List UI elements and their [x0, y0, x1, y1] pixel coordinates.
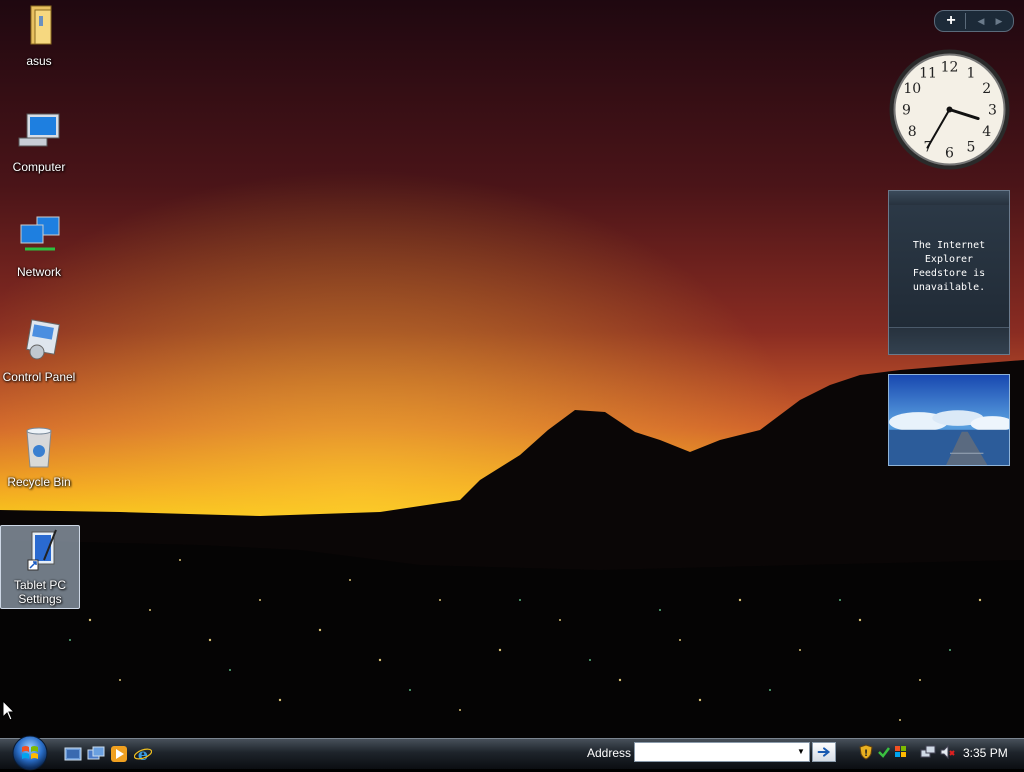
chevron-down-icon[interactable]: ▼ — [794, 744, 808, 760]
user-folder-icon — [30, 5, 52, 45]
desktop-wallpaper — [0, 0, 1024, 738]
windows-update-icon[interactable] — [893, 744, 909, 760]
desktop-icon-network[interactable]: Network — [0, 213, 78, 279]
desktop-icon-label: Control Panel — [2, 370, 76, 384]
clock-number: 5 — [967, 140, 976, 156]
feed-message-line1: The Internet Explorer — [912, 240, 986, 265]
slide-show-gadget[interactable] — [888, 374, 1010, 466]
clock-number: 12 — [941, 60, 959, 76]
network-sync-icon[interactable] — [876, 744, 892, 760]
clock-number: 4 — [982, 124, 991, 140]
desktop-icon-control-panel[interactable]: Control Panel — [0, 318, 78, 384]
security-shield-icon[interactable]: ! — [858, 744, 874, 760]
recycle-bin-icon — [26, 427, 52, 468]
clock-number: 6 — [945, 146, 954, 162]
sidebar-controls: + ◀ ▶ — [934, 10, 1014, 32]
feed-gadget-footer — [889, 327, 1009, 354]
next-gadget-page-button[interactable]: ▶ — [991, 13, 1007, 29]
start-button[interactable] — [9, 734, 51, 772]
feed-headlines-gadget[interactable]: The Internet Explorer Feedstore is unava… — [888, 190, 1010, 355]
arrow-right-icon — [817, 747, 831, 757]
desktop-icon-label-line2: Settings — [18, 592, 62, 606]
network-icon — [20, 216, 60, 251]
clock-number: 8 — [908, 124, 917, 140]
clock-number: 2 — [982, 81, 991, 97]
desktop-icon-computer[interactable]: Computer — [0, 108, 78, 174]
clock-gadget[interactable]: 121234567891011 — [888, 48, 1011, 171]
control-panel-icon — [26, 319, 60, 360]
desktop-icon-recycle-bin[interactable]: Recycle Bin — [0, 423, 78, 489]
volume-muted-icon[interactable] — [939, 744, 955, 760]
network-connection-icon[interactable] — [920, 744, 936, 760]
clock-number: 9 — [902, 103, 911, 119]
media-player-icon[interactable] — [110, 745, 128, 763]
previous-gadget-page-button[interactable]: ◀ — [973, 13, 989, 29]
desktop-icon-label: Tablet PC Settings — [1, 578, 79, 606]
svg-text:!: ! — [864, 749, 868, 759]
feed-gadget-header — [889, 191, 1009, 205]
clock-number: 10 — [903, 81, 921, 97]
desktop-icon-label: Network — [16, 265, 61, 279]
address-toolbar-label: Address — [587, 746, 632, 760]
desktop-icon-label: Recycle Bin — [7, 475, 71, 489]
desktop-icon-label-line1: Tablet PC — [13, 578, 67, 592]
address-input[interactable] — [634, 742, 810, 762]
desktop-icon-user-folder[interactable]: asus — [0, 2, 78, 68]
clock-number: 3 — [988, 103, 997, 119]
clock-number: 1 — [967, 65, 976, 81]
clock-number: 11 — [919, 65, 937, 81]
svg-text:e: e — [138, 745, 148, 763]
mouse-cursor — [2, 700, 16, 721]
show-desktop-icon[interactable] — [64, 745, 82, 763]
internet-explorer-icon[interactable]: e — [134, 745, 152, 763]
feed-message-line3: unavailable. — [912, 282, 986, 293]
add-gadget-button[interactable]: + — [939, 12, 963, 30]
computer-icon — [18, 113, 60, 147]
feed-gadget-message: The Internet Explorer Feedstore is unava… — [891, 239, 1007, 295]
divider — [965, 13, 966, 29]
clock-time[interactable]: 3:35 PM — [963, 745, 1008, 761]
tablet-pc-settings-icon — [27, 529, 57, 571]
go-button[interactable] — [812, 742, 836, 762]
desktop-icon-tablet-pc-settings[interactable]: Tablet PC Settings — [0, 525, 80, 609]
desktop-icon-label: Computer — [12, 160, 66, 174]
switch-windows-icon[interactable] — [87, 745, 105, 763]
feed-message-line2: Feedstore is — [912, 268, 986, 279]
desktop-icon-label: asus — [26, 54, 52, 68]
